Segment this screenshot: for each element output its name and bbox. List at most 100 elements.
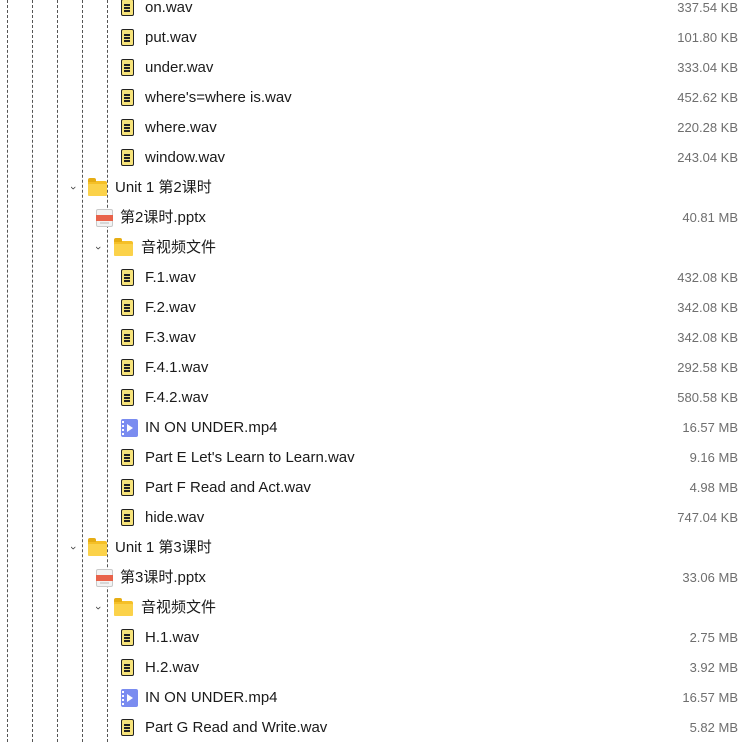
item-name: 音视频文件 xyxy=(141,599,217,616)
item-name: F.3.wav xyxy=(145,329,196,346)
item-name: F.1.wav xyxy=(145,269,196,286)
file-size: 580.58 KB xyxy=(677,390,738,405)
tree-file-row[interactable]: IN ON UNDER.mp4 16.57 MB xyxy=(0,413,747,443)
file-size: 452.62 KB xyxy=(677,90,738,105)
file-size: 16.57 MB xyxy=(682,420,738,435)
item-name: 音视频文件 xyxy=(141,239,217,256)
tree-file-row[interactable]: F.2.wav 342.08 KB xyxy=(0,293,747,323)
file-size: 33.06 MB xyxy=(682,570,738,585)
folder-icon xyxy=(88,178,107,196)
file-size: 3.92 MB xyxy=(689,660,738,675)
file-size: 101.80 KB xyxy=(677,30,738,45)
item-name: put.wav xyxy=(145,29,197,46)
tree-file-row[interactable]: under.wav 333.04 KB xyxy=(0,53,747,83)
item-name: F.2.wav xyxy=(145,299,196,316)
tree-file-row[interactable]: where.wav 220.28 KB xyxy=(0,113,747,143)
file-size: 337.54 KB xyxy=(677,0,738,15)
chevron-down-icon[interactable]: › xyxy=(66,541,80,555)
tree-file-row[interactable]: F.4.1.wav 292.58 KB xyxy=(0,353,747,383)
audio-file-icon xyxy=(121,29,134,46)
file-tree: on.wav 337.54 KB put.wav 101.80 KB under.wav… xyxy=(0,0,747,742)
audio-file-icon xyxy=(121,719,134,736)
tree-file-row[interactable]: Part F Read and Act.wav 4.98 MB xyxy=(0,473,747,503)
audio-file-icon xyxy=(121,269,134,286)
audio-file-icon xyxy=(121,119,134,136)
file-size: 220.28 KB xyxy=(677,120,738,135)
tree-file-row[interactable]: F.3.wav 342.08 KB xyxy=(0,323,747,353)
audio-file-icon xyxy=(121,509,134,526)
tree-file-row[interactable]: IN ON UNDER.mp4 16.57 MB xyxy=(0,683,747,713)
folder-icon xyxy=(88,538,107,556)
file-size: 342.08 KB xyxy=(677,330,738,345)
file-size: 9.16 MB xyxy=(689,450,738,465)
tree-folder-row[interactable]: › Unit 1 第3课时 xyxy=(0,533,747,563)
file-size: 432.08 KB xyxy=(677,270,738,285)
tree-file-row[interactable]: 第2课时.pptx 40.81 MB xyxy=(0,203,747,233)
audio-file-icon xyxy=(121,389,134,406)
tree-file-row[interactable]: where's=where is.wav 452.62 KB xyxy=(0,83,747,113)
tree-file-row[interactable]: F.1.wav 432.08 KB xyxy=(0,263,747,293)
pptx-file-icon xyxy=(96,209,113,227)
audio-file-icon xyxy=(121,479,134,496)
audio-file-icon xyxy=(121,449,134,466)
item-name: window.wav xyxy=(145,149,226,166)
file-size: 40.81 MB xyxy=(682,210,738,225)
tree-folder-row[interactable]: › 音视频文件 xyxy=(0,593,747,623)
item-name: Unit 1 第3课时 xyxy=(115,539,212,556)
item-name: where.wav xyxy=(145,119,217,136)
audio-file-icon xyxy=(121,659,134,676)
item-name: Part F Read and Act.wav xyxy=(145,479,311,496)
tree-folder-row[interactable]: › Unit 1 第2课时 xyxy=(0,173,747,203)
tree-file-row[interactable]: hide.wav 747.04 KB xyxy=(0,503,747,533)
item-name: Part E Let's Learn to Learn.wav xyxy=(145,449,355,466)
item-name: H.2.wav xyxy=(145,659,200,676)
file-size: 342.08 KB xyxy=(677,300,738,315)
item-name: H.1.wav xyxy=(145,629,200,646)
file-size: 243.04 KB xyxy=(677,150,738,165)
item-name: IN ON UNDER.mp4 xyxy=(145,419,278,436)
tree-file-row[interactable]: Part G Read and Write.wav 5.82 MB xyxy=(0,713,747,743)
file-size: 4.98 MB xyxy=(689,480,738,495)
audio-file-icon xyxy=(121,89,134,106)
item-name: F.4.1.wav xyxy=(145,359,209,376)
item-name: under.wav xyxy=(145,59,214,76)
audio-file-icon xyxy=(121,299,134,316)
chevron-down-icon[interactable]: › xyxy=(91,601,105,615)
tree-file-row[interactable]: on.wav 337.54 KB xyxy=(0,0,747,23)
item-name: Unit 1 第2课时 xyxy=(115,179,212,196)
tree-folder-row[interactable]: › 音视频文件 xyxy=(0,233,747,263)
tree-file-row[interactable]: F.4.2.wav 580.58 KB xyxy=(0,383,747,413)
file-size: 747.04 KB xyxy=(677,510,738,525)
tree-file-row[interactable]: Part E Let's Learn to Learn.wav 9.16 MB xyxy=(0,443,747,473)
file-size: 5.82 MB xyxy=(689,720,738,735)
audio-file-icon xyxy=(121,149,134,166)
folder-icon xyxy=(114,598,133,616)
file-size: 16.57 MB xyxy=(682,690,738,705)
pptx-file-icon xyxy=(96,569,113,587)
file-size: 2.75 MB xyxy=(689,630,738,645)
tree-file-row[interactable]: window.wav 243.04 KB xyxy=(0,143,747,173)
video-file-icon xyxy=(121,419,138,437)
folder-icon xyxy=(114,238,133,256)
tree-file-row[interactable]: H.1.wav 2.75 MB xyxy=(0,623,747,653)
item-name: hide.wav xyxy=(145,509,205,526)
audio-file-icon xyxy=(121,359,134,376)
tree-file-row[interactable]: 第3课时.pptx 33.06 MB xyxy=(0,563,747,593)
item-name: IN ON UNDER.mp4 xyxy=(145,689,278,706)
item-name: on.wav xyxy=(145,0,193,16)
chevron-down-icon[interactable]: › xyxy=(91,241,105,255)
tree-file-row[interactable]: put.wav 101.80 KB xyxy=(0,23,747,53)
item-name: Part G Read and Write.wav xyxy=(145,719,328,736)
audio-file-icon xyxy=(121,329,134,346)
audio-file-icon xyxy=(121,629,134,646)
chevron-down-icon[interactable]: › xyxy=(66,181,80,195)
tree-file-row[interactable]: H.2.wav 3.92 MB xyxy=(0,653,747,683)
file-size: 333.04 KB xyxy=(677,60,738,75)
audio-file-icon xyxy=(121,59,134,76)
item-name: F.4.2.wav xyxy=(145,389,209,406)
video-file-icon xyxy=(121,689,138,707)
item-name: 第3课时.pptx xyxy=(120,569,206,586)
item-name: 第2课时.pptx xyxy=(120,209,206,226)
item-name: where's=where is.wav xyxy=(145,89,292,106)
file-size: 292.58 KB xyxy=(677,360,738,375)
